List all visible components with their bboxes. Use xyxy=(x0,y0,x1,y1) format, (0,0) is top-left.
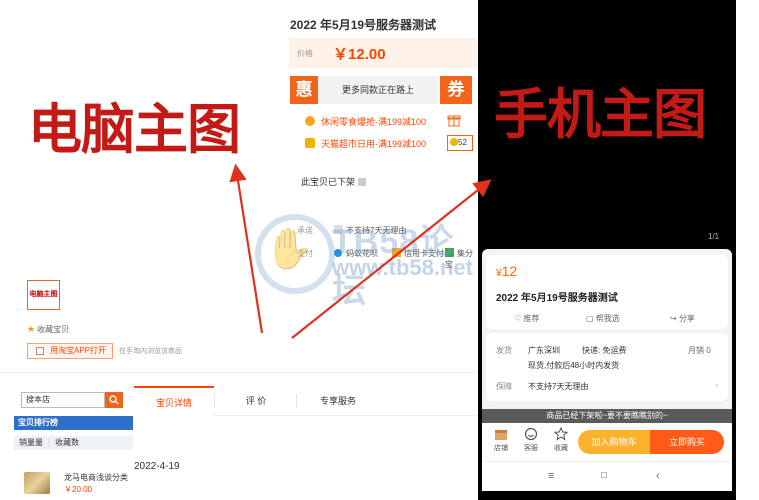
ship-note: 现货,付款后48小时内发货 xyxy=(528,361,620,370)
right-margin xyxy=(736,0,759,500)
customer-service-icon xyxy=(524,427,538,441)
rank-header: 宝贝排行榜 xyxy=(14,416,133,430)
promo-supermarket-label: 天猫超市日用-满199减100 xyxy=(321,139,427,149)
cat-icon xyxy=(450,138,458,146)
shop-search-button[interactable] xyxy=(105,392,123,408)
tab-separator xyxy=(214,394,215,408)
shop-tab-label: 店铺 xyxy=(494,445,508,452)
share-icon: ↪ xyxy=(670,314,677,323)
help-choose-label: 帮我选 xyxy=(595,314,620,323)
service-tab-label: 客服 xyxy=(524,445,538,452)
sun-icon xyxy=(305,116,315,126)
qr-icon xyxy=(36,347,44,355)
price-label: 价格 xyxy=(297,49,313,58)
shop-logo[interactable]: 电脑主图 xyxy=(27,280,60,310)
favorite-label: 收藏宝贝 xyxy=(37,325,70,334)
gift-icon xyxy=(447,113,473,129)
star-outline-icon xyxy=(554,427,568,441)
heart-icon: ♡ xyxy=(514,314,522,323)
mobile-preview: 手机主图 1/1 ¥12 2022 年5月19号服务器测试 ♡ 推荐 ▢ 帮我选… xyxy=(478,0,736,500)
shop-search-input[interactable]: 搜本店 xyxy=(21,392,105,408)
express: 快递: 免运费 xyxy=(582,346,627,355)
promo-mini-value: 52 xyxy=(458,138,467,147)
open-in-app-label: 用淘宝APP打开 xyxy=(50,346,107,355)
tab-details[interactable]: 宝贝详情 xyxy=(134,386,214,416)
back-icon[interactable]: ‹ xyxy=(656,470,660,482)
open-in-app-button[interactable]: 用淘宝APP打开 xyxy=(27,343,113,359)
favorite-tab[interactable]: 收藏 xyxy=(546,427,576,453)
guarantee-label: 保障 xyxy=(496,382,512,391)
price-value: ￥12.00 xyxy=(333,46,386,63)
unavailable-text: 此宝贝已下架 xyxy=(301,177,356,187)
android-nav-bar: ≡ □ ‹ xyxy=(482,461,732,491)
mobile-actions: ♡ 推荐 ▢ 帮我选 ↪ 分享 xyxy=(486,311,728,327)
rank-tabs: 销量量 | 收藏数 xyxy=(14,436,133,450)
ship-from: 广东深圳 xyxy=(528,346,560,355)
price-row: 价格 ￥12.00 xyxy=(289,38,478,68)
add-to-cart-button[interactable]: 加入购物车 xyxy=(578,430,650,454)
quan-badge[interactable]: 券 xyxy=(440,76,472,104)
product-title: 2022 年5月19号服务器测试 xyxy=(290,18,437,32)
share-label: 分享 xyxy=(678,314,695,323)
mobile-body: ¥12 2022 年5月19号服务器测试 ♡ 推荐 ▢ 帮我选 ↪ 分享 发货 … xyxy=(482,249,732,491)
favorite-button[interactable]: ★ 收藏宝贝 xyxy=(27,324,69,335)
open-in-app-note: 在手淘内浏览该商品 xyxy=(119,348,182,355)
share-button[interactable]: ↪ 分享 xyxy=(670,313,695,324)
coupon-banner[interactable]: 更多同款正在路上 xyxy=(318,76,438,104)
rank-item-name[interactable]: 龙马电商浅谈分类 xyxy=(64,472,128,483)
watermark-url: www.tb58.net xyxy=(332,255,473,280)
home-icon[interactable]: □ xyxy=(601,470,607,481)
promo-supermarket[interactable]: 天猫超市日用-满199减100 xyxy=(305,137,426,150)
ship-label: 发货 xyxy=(496,346,512,355)
mobile-price-value: 12 xyxy=(501,263,518,279)
buy-now-button[interactable]: 立即购买 xyxy=(650,430,724,454)
favorite-tab-label: 收藏 xyxy=(554,445,568,452)
mobile-price-card: ¥12 2022 年5月19号服务器测试 ♡ 推荐 ▢ 帮我选 ↪ 分享 xyxy=(486,255,728,329)
menu-icon[interactable]: ≡ xyxy=(548,470,554,482)
annotation-mobile-image: 手机主图 xyxy=(494,83,707,146)
rank-item-price: ￥20.00 xyxy=(64,485,93,494)
rank-item-thumbnail[interactable] xyxy=(24,472,50,494)
tab-separator xyxy=(296,394,297,408)
rank-tab-sales[interactable]: 销量量 xyxy=(14,436,48,450)
guarantee-value: 不支持7天无理由 xyxy=(528,382,589,391)
store-icon xyxy=(495,430,507,440)
detail-date: 2022-4-19 xyxy=(134,461,180,472)
tmall-icon xyxy=(305,138,315,148)
watermark-hand-icon: ✋ xyxy=(264,227,314,271)
tab-reviews[interactable]: 评 价 xyxy=(216,386,296,416)
monthly-sales: 月销 0 xyxy=(688,346,711,355)
promo-snacks-label: 休闲零食爆抢-满199减100 xyxy=(321,117,427,127)
tab-services[interactable]: 专享服务 xyxy=(298,386,378,416)
service-tab[interactable]: 客服 xyxy=(516,427,546,453)
mobile-bottom-bar: 店铺 客服 收藏 加入购物车 立即购买 xyxy=(482,423,732,461)
promo-mini-box[interactable]: 52 xyxy=(447,135,473,151)
chat-icon: ▢ xyxy=(586,314,594,323)
rank-tab-favorites[interactable]: 收藏数 xyxy=(50,436,84,450)
unavailable-notice: 此宝贝已下架 xyxy=(301,175,367,188)
shop-search: 搜本店 xyxy=(14,386,133,416)
removed-banner: 商品已经下架啦~要不要瞧瞧别的~ xyxy=(482,409,732,423)
recommend-button[interactable]: ♡ 推荐 xyxy=(514,313,539,324)
annotation-desktop-image: 电脑主图 xyxy=(28,98,241,161)
star-icon: ★ xyxy=(27,324,36,334)
help-choose-button[interactable]: ▢ 帮我选 xyxy=(586,313,620,324)
chevron-right-icon[interactable]: › xyxy=(715,380,718,390)
promo-snacks[interactable]: 休闲零食爆抢-满199减100 xyxy=(305,115,426,128)
divider xyxy=(0,372,478,373)
desktop-product-page: 2022 年5月19号服务器测试 价格 ￥12.00 惠 更多同款正在路上 券 … xyxy=(0,0,478,500)
detail-tabs: 宝贝详情 评 价 专享服务 xyxy=(134,386,478,416)
mobile-shipping-card: 发货 广东深圳 快递: 免运费 月销 0 现货,付款后48小时内发货 保障 不支… xyxy=(486,333,728,401)
info-icon xyxy=(358,178,367,186)
mobile-price: ¥12 xyxy=(496,263,517,279)
hui-badge: 惠 xyxy=(290,76,318,104)
recommend-label: 推荐 xyxy=(523,314,540,323)
search-icon xyxy=(109,395,119,405)
image-page-indicator: 1/1 xyxy=(708,232,720,241)
shop-tab[interactable]: 店铺 xyxy=(486,427,516,453)
mobile-title: 2022 年5月19号服务器测试 xyxy=(496,293,618,304)
